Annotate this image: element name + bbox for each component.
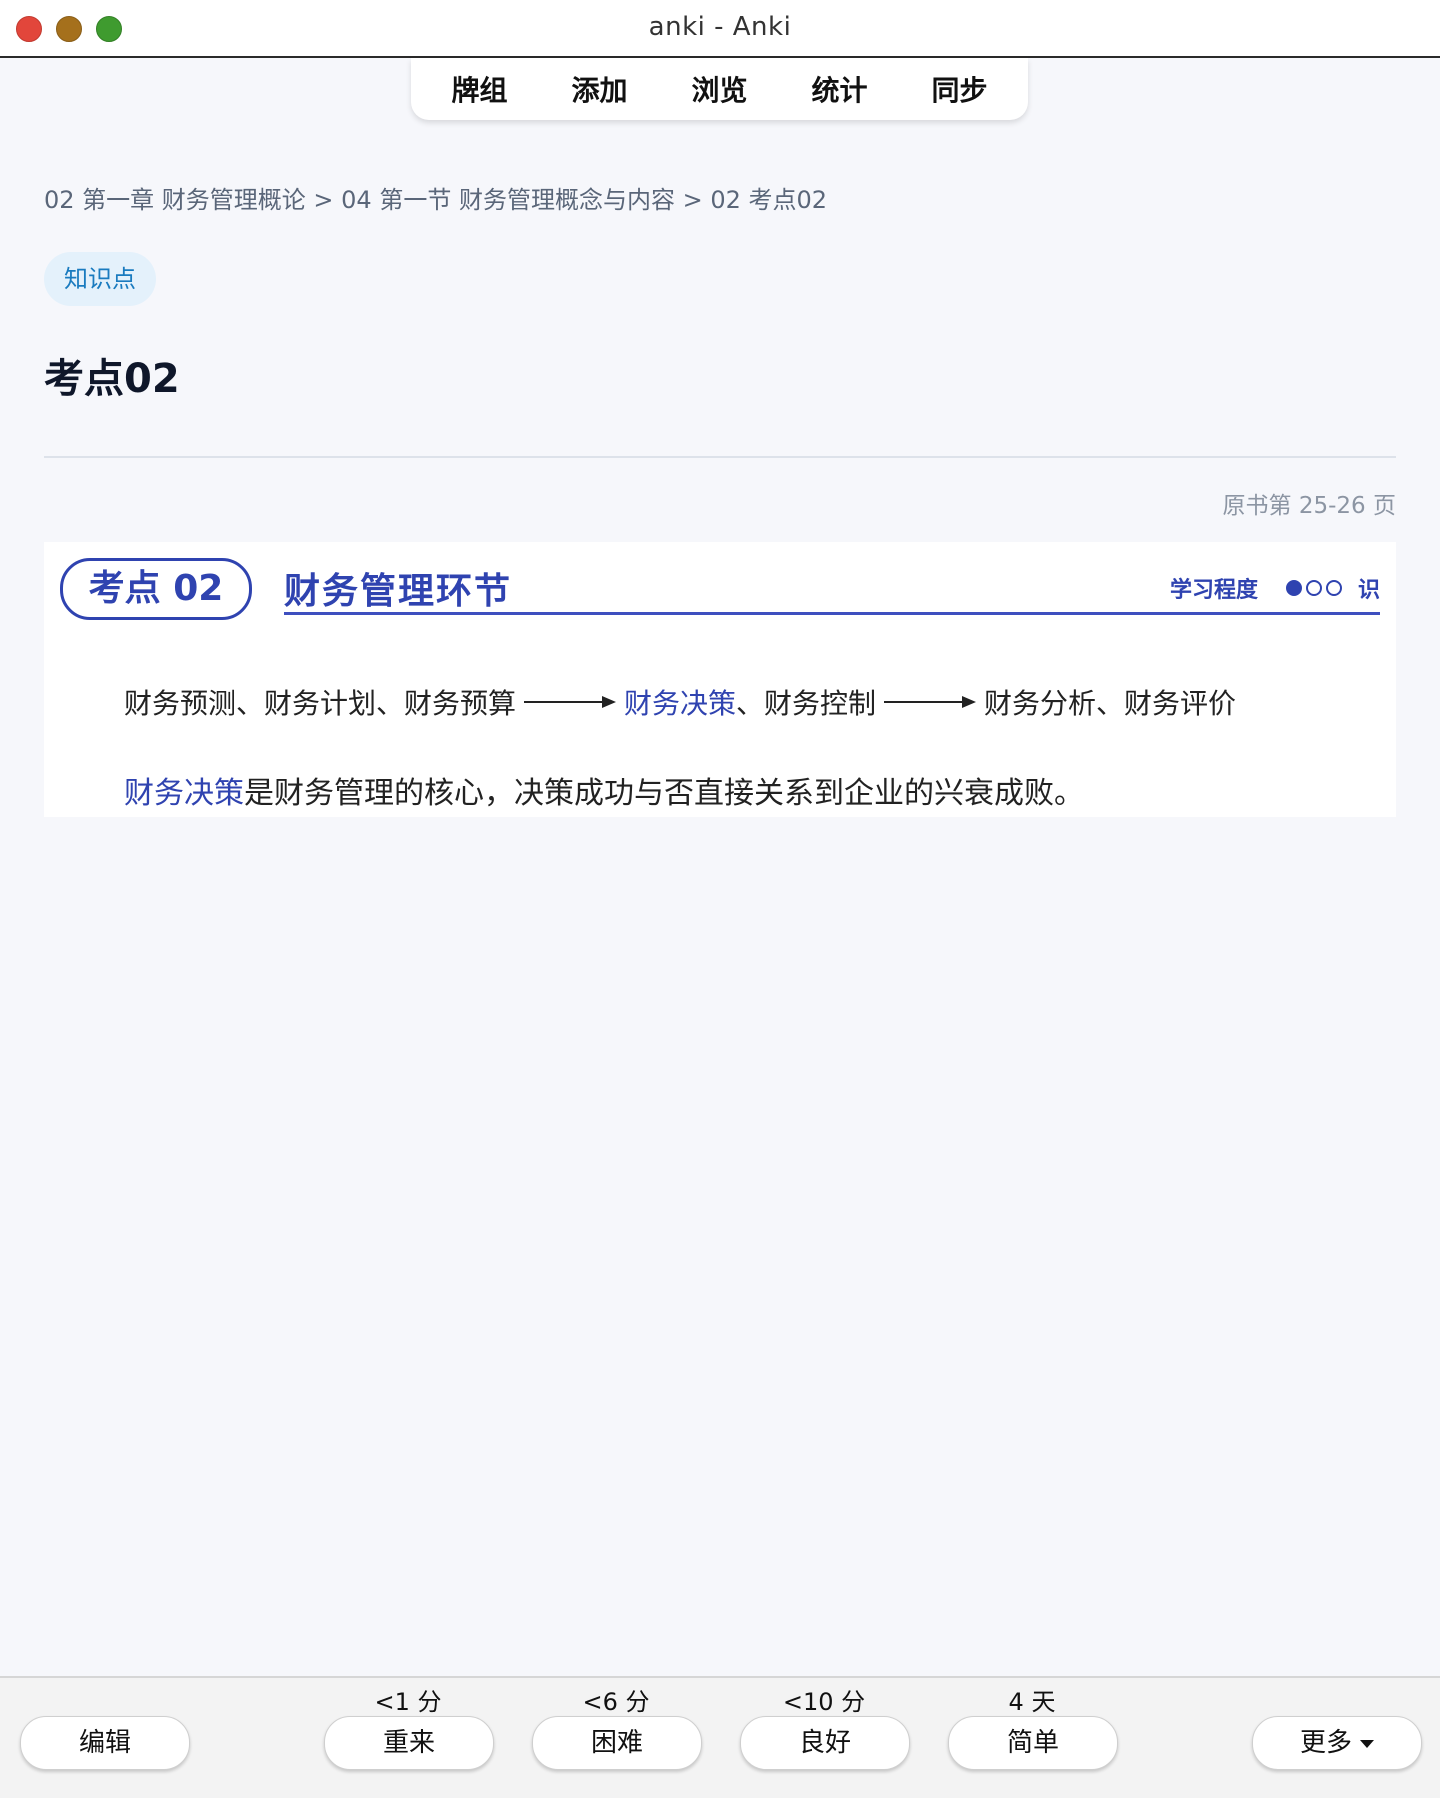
hard-interval: <6 分 bbox=[582, 1688, 650, 1716]
study-level-dot-empty-icon bbox=[1305, 580, 1322, 596]
more-button[interactable]: 更多 bbox=[1252, 1716, 1422, 1770]
study-level-suffix: 识 bbox=[1357, 578, 1380, 603]
more-button-label: 更多 bbox=[1299, 1728, 1352, 1758]
divider bbox=[44, 456, 1396, 458]
breadcrumb: 02 第一章 财务管理概论 > 04 第一节 财务管理概念与内容 > 02 考点… bbox=[44, 186, 828, 214]
flow-step-1: 财务预测、财务计划、财务预算 bbox=[124, 687, 517, 720]
card-tag: 知识点 bbox=[44, 252, 156, 306]
top-navigation: 牌组 添加 浏览 统计 同步 bbox=[411, 58, 1028, 120]
nav-stats[interactable]: 统计 bbox=[780, 69, 900, 109]
easy-interval: 4 天 bbox=[1008, 1688, 1056, 1716]
study-level-label: 学习程度 bbox=[1169, 578, 1258, 603]
study-level: 学习程度 识 bbox=[1170, 572, 1380, 604]
core-sentence: 财务决策是财务管理的核心，决策成功与否直接关系到企业的兴衰成败。 bbox=[124, 768, 1084, 812]
good-button[interactable]: 良好 bbox=[740, 1716, 910, 1770]
flow-step-2: 、财务控制 bbox=[736, 687, 877, 720]
flow-step-3: 财务分析、财务评价 bbox=[984, 687, 1237, 720]
figure-title: 财务管理环节 bbox=[284, 571, 513, 612]
process-flow: 财务预测、财务计划、财务预算 财务决策 、财务控制 财务分析、财务评价 bbox=[124, 682, 1236, 722]
title-bar: anki - Anki bbox=[0, 0, 1440, 58]
flow-step-2-highlight: 财务决策 bbox=[624, 687, 737, 720]
again-interval: <1 分 bbox=[374, 1688, 442, 1716]
again-button[interactable]: 重来 bbox=[324, 1716, 494, 1770]
page-reference: 原书第 25-26 页 bbox=[1222, 493, 1396, 519]
study-level-dot-filled-icon bbox=[1285, 580, 1302, 596]
nav-add[interactable]: 添加 bbox=[540, 69, 660, 109]
anki-window: anki - Anki 牌组 添加 浏览 统计 同步 02 第一章 财务管理概论… bbox=[0, 0, 1440, 1798]
figure-pill-label: 考点 02 bbox=[60, 558, 252, 620]
right-arrow-icon bbox=[522, 692, 618, 712]
figure-title-rule bbox=[284, 612, 1380, 615]
card-heading: 考点02 bbox=[44, 356, 180, 402]
nav-decks[interactable]: 牌组 bbox=[420, 69, 540, 109]
study-level-dots bbox=[1285, 580, 1342, 596]
nav-sync[interactable]: 同步 bbox=[900, 69, 1020, 109]
review-bar bbox=[0, 1676, 1440, 1798]
core-sentence-text: 是财务管理的核心，决策成功与否直接关系到企业的兴衰成败。 bbox=[244, 776, 1084, 811]
caret-down-icon bbox=[1360, 1739, 1374, 1748]
study-level-dot-empty-icon bbox=[1325, 580, 1342, 596]
window-title: anki - Anki bbox=[648, 12, 792, 42]
textbook-figure: 考点 02 财务管理环节 学习程度 识 财务预测、财务计划、财务预算 财务决策 … bbox=[44, 542, 1396, 817]
nav-browse[interactable]: 浏览 bbox=[660, 69, 780, 109]
good-interval: <10 分 bbox=[782, 1688, 866, 1716]
core-sentence-highlight: 财务决策 bbox=[124, 776, 244, 811]
right-arrow-icon bbox=[882, 692, 978, 712]
hard-button[interactable]: 困难 bbox=[532, 1716, 702, 1770]
edit-button[interactable]: 编辑 bbox=[20, 1716, 190, 1770]
easy-button[interactable]: 简单 bbox=[948, 1716, 1118, 1770]
